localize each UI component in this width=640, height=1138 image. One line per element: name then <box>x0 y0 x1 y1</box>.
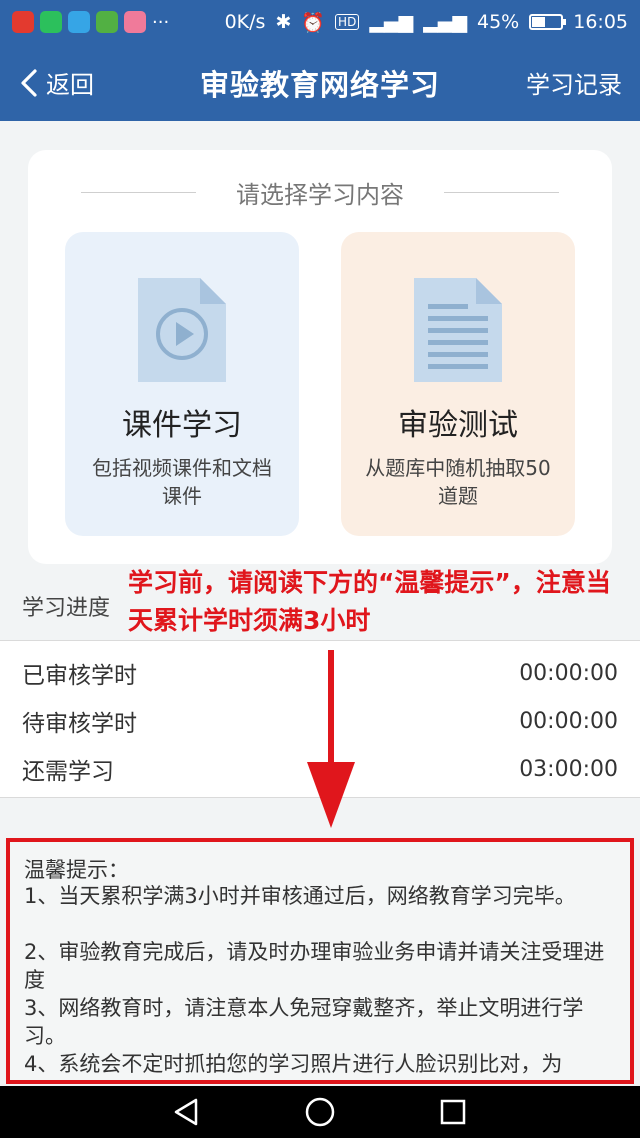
nav-bar: 返回 审验教育网络学习 学习记录 <box>0 44 640 121</box>
course-study-option[interactable]: 课件学习 包括视频课件和文档课件 <box>65 232 299 536</box>
study-record-button[interactable]: 学习记录 <box>526 44 622 121</box>
triangle-back-icon[interactable] <box>170 1095 204 1129</box>
bluetooth-icon: ✱ <box>275 11 292 33</box>
annotation-text: 学习前，请阅读下方的“温馨提示”，注意当天累计学时须满3小时 <box>128 568 611 635</box>
review-test-title: 审验测试 <box>398 408 518 443</box>
more-notifications-icon: ··· <box>152 11 170 33</box>
tip-item: 4、系统会不定时抓拍您的学习照片进行人脸识别比对，为 <box>24 1052 563 1076</box>
network-speed: 0K/s <box>224 11 266 33</box>
clock: 16:05 <box>573 11 628 33</box>
progress-row-value: 00:00:00 <box>519 708 618 734</box>
alarm-icon: ⏰ <box>301 11 326 34</box>
progress-row-label: 待审核学时 <box>22 711 137 737</box>
section-header: 请选择学习内容 <box>28 172 612 212</box>
back-label: 返回 <box>46 71 94 99</box>
progress-row-label: 已审核学时 <box>22 663 137 689</box>
status-notification-icons: ··· <box>12 11 169 33</box>
progress-row-value: 03:00:00 <box>519 756 618 782</box>
circle-home-icon[interactable] <box>303 1095 337 1129</box>
course-study-desc: 包括视频课件和文档课件 <box>92 456 272 508</box>
section-title: 请选择学习内容 <box>236 180 404 209</box>
hd-icon: HD <box>335 14 360 30</box>
send-notification-icon <box>68 11 90 33</box>
battery-icon <box>529 14 567 30</box>
shopping-notification-icon <box>124 11 146 33</box>
text-document-icon <box>414 278 502 382</box>
divider-left <box>81 191 196 193</box>
course-study-title: 课件学习 <box>122 408 242 443</box>
tips-title: 温馨提示： <box>24 858 129 882</box>
annotation-arrow-icon <box>307 650 355 828</box>
tip-item: 2、审验教育完成后，请及时办理审验业务申请并请关注受理进度 <box>24 940 605 992</box>
video-document-icon <box>138 278 226 382</box>
progress-label: 学习进度 <box>22 596 111 621</box>
tv-notification-icon <box>96 11 118 33</box>
tip-item: 1、当天累积学满3小时并审核通过后，网络教育学习完毕。 <box>24 884 576 908</box>
divider-right <box>444 191 559 193</box>
tip-item: 3、网络教育时，请注意本人免冠穿戴整齐，举止文明进行学习。 <box>24 996 584 1048</box>
app-notification-icon <box>12 11 34 33</box>
back-button[interactable]: 返回 <box>18 44 94 121</box>
progress-row-label: 还需学习 <box>22 759 114 785</box>
signal-4g-icon: ▂▄▆ <box>369 11 414 33</box>
battery-percent: 45% <box>477 11 520 33</box>
progress-row-value: 00:00:00 <box>519 660 618 686</box>
system-nav-bar <box>0 1086 640 1138</box>
review-test-desc: 从题库中随机抽取50道题 <box>365 456 551 508</box>
chevron-left-icon <box>21 68 37 97</box>
review-test-option[interactable]: 审验测试 从题库中随机抽取50道题 <box>341 232 575 536</box>
square-recent-icon[interactable] <box>436 1095 470 1129</box>
content-selection-card: 请选择学习内容 课件学习 包括视频课件和文档课件 审验测试 从题库中随机抽取50… <box>28 150 612 564</box>
status-bar: ··· 0K/s ✱ ⏰ HD ▂▄▆ ▂▄▆ 45% 16:05 <box>0 0 640 44</box>
chat-notification-icon <box>40 11 62 33</box>
signal-2g-icon: ▂▄▆ <box>423 11 467 33</box>
tips-box: 温馨提示： 1、当天累积学满3小时并审核通过后，网络教育学习完毕。 2、审验教育… <box>6 838 634 1084</box>
